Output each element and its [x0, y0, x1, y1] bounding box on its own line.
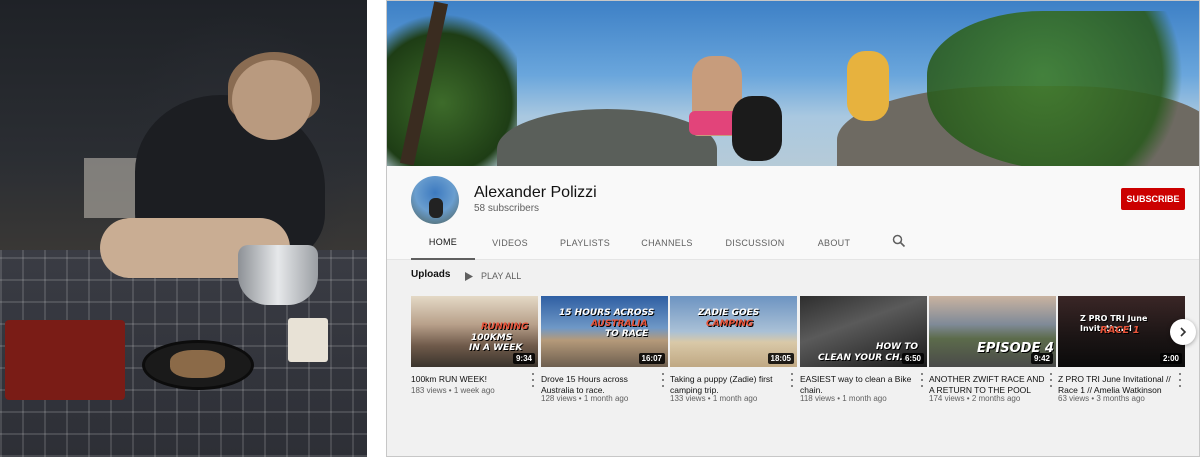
channel-name: Alexander Polizzi [474, 184, 597, 201]
rock-left [497, 109, 717, 166]
more-vert-icon[interactable] [530, 373, 536, 387]
play-all-label: PLAY ALL [481, 271, 522, 281]
thumbnail-text: CAMPING [706, 319, 754, 329]
video-title[interactable]: 100km RUN WEEK! [411, 374, 529, 385]
video-card[interactable]: ZADIE GOES CAMPING 18:05 Taking a puppy … [670, 296, 797, 403]
more-vert-icon[interactable] [1177, 373, 1183, 387]
video-title[interactable]: EASIEST way to clean a Bike chain. [800, 374, 918, 396]
video-duration: 6:50 [901, 353, 924, 364]
video-thumbnail[interactable]: HOW TO CLEAN YOUR CH... 6:50 [800, 296, 927, 367]
uploads-shelf-header: Uploads [411, 269, 450, 280]
tab-channels[interactable]: CHANNELS [625, 226, 709, 260]
video-card[interactable]: Z PRO TRI June Invitational RACE 1 2:00 … [1058, 296, 1185, 403]
search-icon[interactable] [892, 234, 906, 248]
video-duration: 9:42 [1030, 353, 1053, 364]
uploads-list: RUNNING 100KMS IN A WEEK 9:34 100km RUN … [411, 296, 1199, 416]
video-thumbnail[interactable]: EPISODE 4 9:42 [929, 296, 1056, 367]
video-thumbnail[interactable]: Z PRO TRI June Invitational RACE 1 2:00 [1058, 296, 1185, 367]
more-vert-icon[interactable] [1048, 373, 1054, 387]
youtube-channel-page: Alexander Polizzi 58 subscribers SUBSCRI… [386, 0, 1200, 457]
thumbnail-text: TO RACE [605, 329, 649, 339]
channel-banner [387, 1, 1199, 166]
video-meta: 128 views • 1 month ago [541, 394, 629, 403]
tab-playlists[interactable]: PLAYLISTS [545, 226, 625, 260]
video-meta: 133 views • 1 month ago [670, 394, 758, 403]
thumbnail-text: CLEAN YOUR CH... [818, 353, 910, 363]
thumbnail-text: HOW TO [876, 342, 919, 352]
tab-about[interactable]: ABOUT [801, 226, 867, 260]
video-meta: 174 views • 2 months ago [929, 394, 1021, 403]
toast [170, 350, 225, 378]
more-vert-icon[interactable] [789, 373, 795, 387]
channel-header: Alexander Polizzi 58 subscribers SUBSCRI… [387, 166, 1199, 260]
video-card[interactable]: 15 HOURS ACROSS AUSTRALIA TO RACE 16:07 … [541, 296, 668, 403]
video-thumbnail[interactable]: RUNNING 100KMS IN A WEEK 9:34 [411, 296, 538, 367]
video-title[interactable]: Drove 15 Hours across Australia to race. [541, 374, 659, 396]
video-meta: 63 views • 3 months ago [1058, 394, 1145, 403]
play-icon [465, 271, 473, 281]
video-meta: 183 views • 1 week ago [411, 386, 495, 395]
video-card[interactable]: HOW TO CLEAN YOUR CH... 6:50 EASIEST way… [800, 296, 927, 403]
uploads-title[interactable]: Uploads [411, 269, 450, 280]
foliage-right [927, 11, 1199, 166]
thumbnail-text: ZADIE GOES [698, 308, 760, 318]
tab-home[interactable]: HOME [411, 226, 475, 260]
channel-avatar[interactable] [411, 176, 459, 224]
person-head [232, 60, 312, 140]
channel-tabs: HOME VIDEOS PLAYLISTS CHANNELS DISCUSSIO… [411, 226, 867, 260]
thumbnail-text: RUNNING [481, 322, 529, 332]
tab-videos[interactable]: VIDEOS [475, 226, 545, 260]
banner-woman [847, 51, 889, 121]
tab-discussion[interactable]: DISCUSSION [709, 226, 801, 260]
play-all-button[interactable]: PLAY ALL [465, 271, 521, 281]
thumbnail-text: 15 HOURS ACROSS [559, 308, 655, 318]
enamel-mug [288, 318, 328, 362]
video-title[interactable]: ANOTHER ZWIFT RACE AND A RETURN TO THE P… [929, 374, 1047, 396]
more-vert-icon[interactable] [660, 373, 666, 387]
video-duration: 9:34 [512, 353, 535, 364]
camping-photo [0, 0, 367, 457]
video-duration: 18:05 [767, 353, 794, 364]
video-duration: 2:00 [1159, 353, 1182, 364]
subscriber-count: 58 subscribers [474, 203, 540, 214]
more-vert-icon[interactable] [919, 373, 925, 387]
cooking-pot [238, 245, 318, 305]
video-meta: 118 views • 1 month ago [800, 394, 887, 403]
video-title[interactable]: Taking a puppy (Zadie) first camping tri… [670, 374, 788, 396]
video-title[interactable]: Z PRO TRI June Invitational // Race 1 //… [1058, 374, 1176, 396]
video-card[interactable]: RUNNING 100KMS IN A WEEK 9:34 100km RUN … [411, 296, 538, 395]
chevron-right-icon[interactable] [1170, 319, 1196, 345]
thumbnail-text: IN A WEEK [469, 343, 523, 353]
camp-stove [5, 320, 125, 400]
banner-dog [732, 96, 782, 161]
thumbnail-text: RACE 1 [1100, 325, 1140, 336]
video-thumbnail[interactable]: 15 HOURS ACROSS AUSTRALIA TO RACE 16:07 [541, 296, 668, 367]
video-thumbnail[interactable]: ZADIE GOES CAMPING 18:05 [670, 296, 797, 367]
subscribe-button[interactable]: SUBSCRIBE [1121, 188, 1185, 210]
thumbnail-text: 100KMS [471, 333, 513, 343]
video-card[interactable]: EPISODE 4 9:42 ANOTHER ZWIFT RACE AND A … [929, 296, 1056, 403]
video-duration: 16:07 [638, 353, 665, 364]
thumbnail-text: AUSTRALIA [591, 319, 648, 329]
